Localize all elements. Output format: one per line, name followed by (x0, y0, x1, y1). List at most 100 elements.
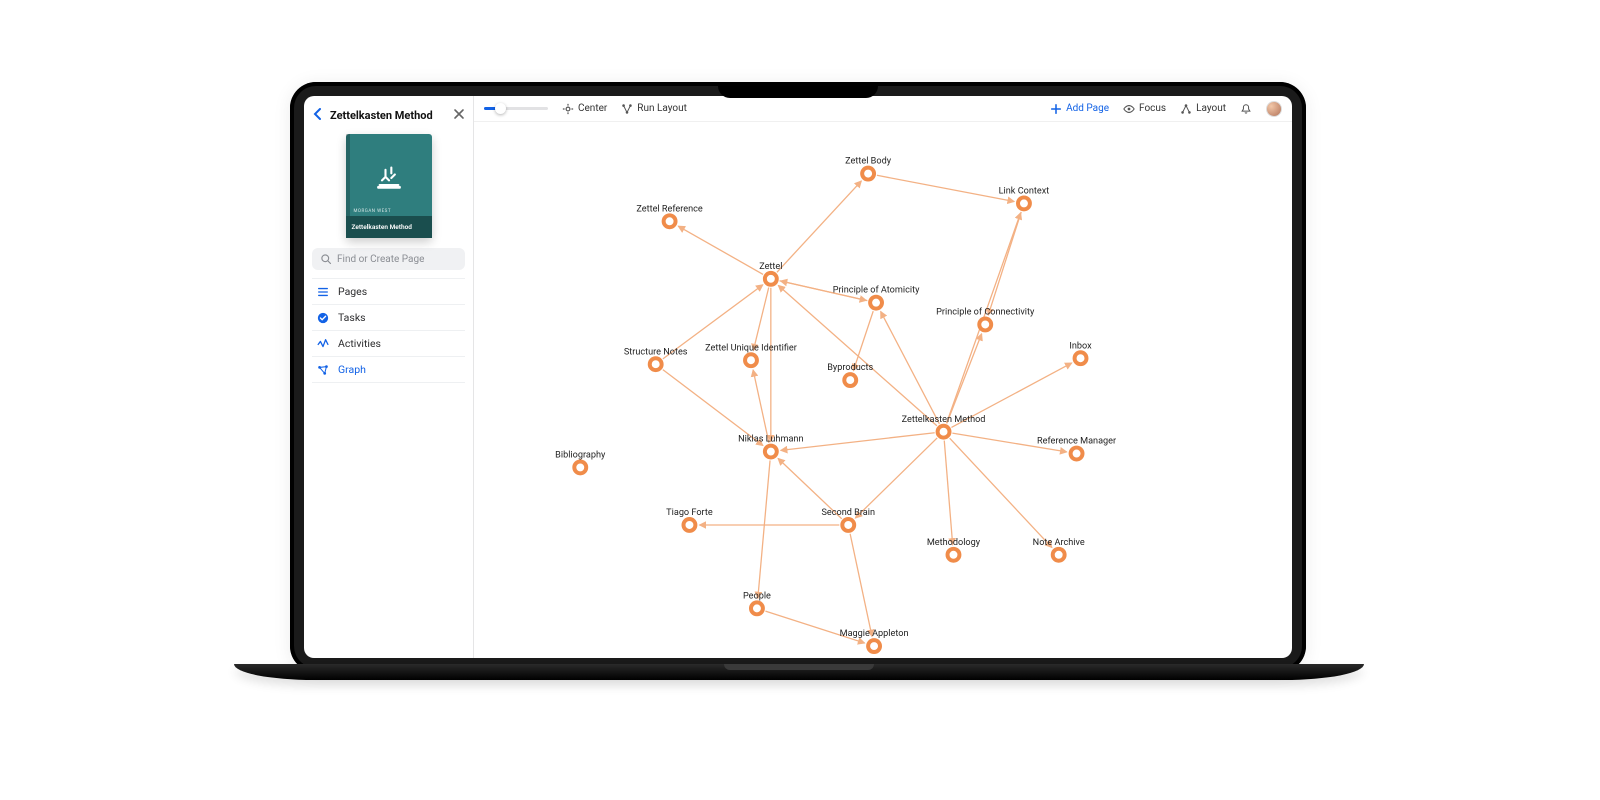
laptop-base (234, 664, 1364, 680)
slider-thumb[interactable] (495, 103, 506, 114)
close-sidebar-button[interactable] (453, 108, 465, 123)
graph-node-label: Zettel (759, 262, 782, 272)
eye-icon (1123, 103, 1135, 115)
nav-item-activities[interactable]: Activities (312, 330, 465, 356)
graph-node-note_archive[interactable]: Note Archive (1033, 538, 1085, 561)
book-author: MORGAN WEST (354, 209, 392, 214)
sidebar: Zettelkasten Method MORGAN WEST Zettelka… (304, 96, 474, 658)
center-icon (562, 103, 574, 115)
toolbar: Center Run Layout Add Page Focus (474, 96, 1292, 122)
add-page-label: Add Page (1066, 103, 1109, 114)
graph-node-label: Zettelkasten Method (902, 415, 986, 425)
graph-edge (850, 534, 872, 637)
main-panel: Center Run Layout Add Page Focus (474, 96, 1292, 658)
graph-node-bibliography[interactable]: Bibliography (555, 450, 606, 473)
plus-icon (1050, 103, 1062, 115)
graph-node-zk_method[interactable]: Zettelkasten Method (902, 415, 986, 438)
layout-icon (1180, 103, 1192, 115)
graph-node-ref_manager[interactable]: Reference Manager (1037, 437, 1116, 460)
notifications-button[interactable] (1240, 103, 1252, 115)
graph-node-label: Tiago Forte (666, 508, 713, 518)
layout-button[interactable]: Layout (1180, 103, 1226, 115)
run-layout-icon (621, 103, 633, 115)
graph-node-label: Principle of Atomicity (833, 286, 920, 296)
graph-edge (855, 438, 937, 518)
nav-label-pages: Pages (338, 285, 367, 298)
graph-node-second_brain[interactable]: Second Brain (822, 508, 876, 531)
graph-edge (758, 460, 770, 598)
graph-edge (947, 334, 982, 424)
graph-node-label: Zettel Reference (636, 204, 703, 214)
back-button[interactable] (312, 108, 324, 123)
graph-edge (853, 311, 873, 371)
graph-edge (753, 370, 769, 443)
search-icon (320, 253, 332, 265)
focus-label: Focus (1139, 103, 1166, 114)
graph-node-niklas[interactable]: Niklas Luhmann (738, 435, 803, 458)
graph-edge (881, 311, 940, 423)
graph-node-structure_notes[interactable]: Structure Notes (624, 347, 688, 370)
graph-edge (944, 441, 952, 545)
graph-node-zettel_uid[interactable]: Zettel Unique Identifier (705, 343, 797, 366)
graph-node-label: Reference Manager (1037, 437, 1116, 447)
close-icon (453, 108, 465, 120)
nav-label-activities: Activities (338, 337, 381, 350)
graph-canvas[interactable]: Zettel Body Link Context Zettel Reference Z… (474, 122, 1292, 658)
chevron-left-icon (312, 108, 324, 120)
slider-track (484, 107, 548, 110)
graph-node-label: Zettel Body (845, 157, 892, 167)
graph-node-connectivity[interactable]: Principle of Connectivity (936, 308, 1035, 331)
graph-edge (950, 438, 1052, 547)
graph-edge (877, 175, 1014, 201)
book-title: Zettelkasten Method (352, 223, 412, 231)
graph-node-byproducts[interactable]: Byproducts (827, 363, 873, 386)
app-screen: Zettelkasten Method MORGAN WEST Zettelka… (304, 96, 1292, 658)
graph-edge (678, 226, 763, 274)
graph-node-label: Methodology (927, 538, 981, 548)
graph-edge (988, 212, 1021, 315)
tasks-icon (316, 312, 330, 324)
focus-button[interactable]: Focus (1123, 103, 1166, 115)
graph-edge (753, 288, 768, 351)
graph-node-label: Inbox (1069, 341, 1092, 351)
nav-item-pages[interactable]: Pages (312, 278, 465, 304)
center-button[interactable]: Center (562, 103, 607, 115)
center-label: Center (578, 103, 607, 114)
nav-label-tasks: Tasks (338, 311, 366, 324)
user-avatar[interactable] (1266, 101, 1282, 117)
search-placeholder: Find or Create Page (337, 254, 424, 265)
run-layout-button[interactable]: Run Layout (621, 103, 687, 115)
graph-node-label: Byproducts (827, 363, 873, 373)
search-input[interactable]: Find or Create Page (312, 248, 465, 270)
run-layout-label: Run Layout (637, 103, 687, 114)
laptop-notch (718, 82, 878, 98)
graph-node-label: People (743, 591, 771, 601)
nav-label-graph: Graph (338, 363, 366, 376)
graph-node-label: Note Archive (1033, 538, 1085, 548)
graph-node-label: Principle of Connectivity (936, 308, 1035, 318)
book-cover-icon (375, 164, 403, 192)
nav-item-graph[interactable]: Graph (312, 356, 465, 383)
graph-node-methodology[interactable]: Methodology (927, 538, 981, 561)
graph-node-zettel_reference[interactable]: Zettel Reference (636, 204, 703, 227)
graph-svg: Zettel Body Link Context Zettel Reference Z… (474, 122, 1292, 658)
graph-node-zettel[interactable]: Zettel (759, 262, 782, 285)
zoom-slider[interactable] (484, 107, 548, 110)
graph-node-maggie[interactable]: Maggie Appleton (840, 629, 909, 652)
graph-node-atomicity[interactable]: Principle of Atomicity (833, 286, 920, 309)
graph-node-label: Niklas Luhmann (738, 435, 803, 445)
graph-node-label: Zettel Unique Identifier (705, 343, 797, 353)
sidebar-nav: Pages Tasks Activities Graph (312, 278, 465, 383)
pages-icon (316, 286, 330, 298)
nav-item-tasks[interactable]: Tasks (312, 304, 465, 330)
graph-node-label: Structure Notes (624, 347, 688, 357)
book-cover[interactable]: MORGAN WEST Zettelkasten Method (346, 134, 432, 238)
graph-node-link_context[interactable]: Link Context (999, 186, 1050, 209)
graph-node-label: Link Context (999, 186, 1050, 196)
graph-edge (781, 433, 935, 451)
add-page-button[interactable]: Add Page (1050, 103, 1109, 115)
bell-icon (1240, 103, 1252, 115)
graph-node-inbox[interactable]: Inbox (1069, 341, 1092, 364)
graph-node-tiago[interactable]: Tiago Forte (666, 508, 713, 531)
graph-node-label: Maggie Appleton (840, 629, 909, 639)
